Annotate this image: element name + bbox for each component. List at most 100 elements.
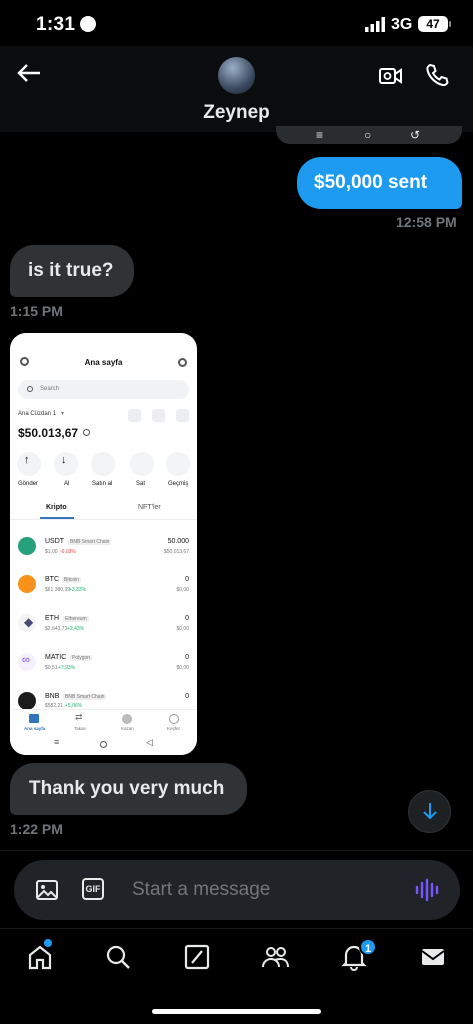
- bell-icon: [176, 409, 189, 422]
- eth-diamond-glyph: ◆: [24, 615, 34, 629]
- asset-chain: BNB Smart Chain: [68, 539, 112, 545]
- android-back-icon: ◁: [146, 737, 153, 747]
- received-timestamp: 1:22 PM: [10, 821, 63, 837]
- copy-icon: [128, 409, 141, 422]
- asset-amount: 0: [185, 654, 189, 661]
- signal-icon: [365, 17, 385, 32]
- sent-timestamp: 12:58 PM: [396, 214, 457, 230]
- send-arrow-glyph: ↑: [24, 454, 30, 466]
- discover-icon: [169, 714, 179, 724]
- video-call-icon[interactable]: [378, 64, 404, 93]
- asset-value: $0,00: [176, 626, 189, 632]
- prev-menu-icon: ≡: [316, 128, 324, 142]
- wallet-nav-discover: Keşfet: [167, 726, 180, 731]
- wallet-balance: $50.013,67: [18, 426, 79, 440]
- asset-value: $50.013,67: [163, 549, 189, 555]
- tab-nfts: NFT'ler: [138, 504, 161, 511]
- search-tab-icon[interactable]: [104, 943, 132, 976]
- prev-back-icon: ↺: [410, 128, 421, 142]
- sent-message[interactable]: $50,000 sent: [297, 157, 462, 209]
- wallet-name: Ana Cüzdan 1: [18, 411, 57, 417]
- wallet-search-placeholder: Search: [40, 386, 60, 392]
- sell-action-icon: [130, 452, 154, 476]
- link-icon: [178, 358, 187, 367]
- sent-message-text: $50,000 sent: [314, 172, 428, 193]
- asset-price: $2.643,73: [45, 626, 68, 632]
- wallet-title: Ana sayfa: [84, 358, 123, 367]
- received-message-text: Thank you very much: [29, 778, 225, 799]
- eye-icon: [83, 429, 90, 436]
- asset-row: BNB BNB Smart Chain $582,21 +5,06% 0: [10, 691, 197, 711]
- asset-amount: 0: [185, 693, 189, 700]
- action-label-sell: Sat: [136, 481, 146, 487]
- emoji-face-icon: [80, 16, 96, 32]
- contact-avatar[interactable]: [218, 57, 255, 94]
- received-timestamp: 1:15 PM: [10, 303, 63, 319]
- battery-level: 47: [426, 17, 440, 31]
- wallet-name-chevron-icon: ▼: [60, 411, 65, 417]
- asset-row: ∞ MATIC Polygon $0,51 +7,93% 0 $0,00: [10, 651, 197, 677]
- message-input[interactable]: Start a message: [132, 879, 270, 901]
- voice-waveform-icon[interactable]: [414, 877, 440, 908]
- asset-symbol: BNB: [45, 693, 60, 700]
- message-composer: GIF Start a message: [14, 860, 460, 920]
- bottom-tab-bar: 1: [0, 928, 473, 1024]
- wallet-nav-home: Ana sayfa: [24, 726, 46, 731]
- home-icon: [29, 714, 39, 723]
- grok-tab-icon[interactable]: [183, 943, 211, 976]
- tab-kripto: Kripto: [46, 504, 67, 511]
- messages-tab-icon[interactable]: [419, 943, 447, 976]
- asset-row: USDT BNB Smart Chain $1,00 -0,03% 50.000…: [10, 535, 197, 561]
- asset-chain: Polygon: [70, 655, 93, 661]
- asset-amount: 0: [185, 576, 189, 583]
- image-icon[interactable]: [35, 878, 59, 907]
- back-arrow-icon[interactable]: [14, 58, 44, 93]
- asset-symbol: BTC: [45, 576, 59, 583]
- asset-change: +7,93%: [58, 665, 76, 671]
- android-menu-icon: ≡: [54, 737, 60, 747]
- asset-chain: Ethereum: [63, 616, 89, 622]
- composer-divider: [0, 850, 473, 851]
- phone-call-icon[interactable]: [424, 62, 450, 93]
- wallet-search-bar: Search: [18, 380, 189, 399]
- buy-action-icon: [91, 452, 115, 476]
- wallet-nav-swap: Takas: [74, 726, 86, 731]
- gif-label: GIF: [85, 884, 101, 894]
- asset-price: $1,00: [45, 549, 58, 555]
- gif-button[interactable]: GIF: [82, 878, 104, 900]
- received-message-text: is it true?: [28, 260, 114, 281]
- battery-icon: 47: [418, 16, 448, 32]
- status-time: 1:31: [36, 14, 76, 35]
- received-image-wallet-screenshot[interactable]: Ana sayfa Search Ana Cüzdan 1 ▼ $50.013,…: [10, 333, 197, 755]
- asset-change: +2,43%: [67, 626, 85, 632]
- network-label: 3G: [391, 16, 413, 33]
- android-home-icon: [100, 741, 107, 748]
- action-label-receive: Al: [64, 481, 70, 487]
- communities-tab-icon[interactable]: [260, 943, 290, 976]
- receive-arrow-glyph: ↓: [61, 454, 67, 466]
- usdt-coin-icon: [18, 537, 36, 555]
- tab-divider: [10, 519, 197, 520]
- asset-row: ◆ ETH Ethereum $2.643,73 +2,43% 0 $0,00: [10, 612, 197, 638]
- received-message[interactable]: is it true?: [10, 245, 134, 297]
- scan-icon: [152, 409, 165, 422]
- previous-image-nav: ≡ ○ ↺: [276, 126, 462, 144]
- notifications-badge: 1: [359, 938, 377, 956]
- home-tab-icon[interactable]: [26, 943, 54, 976]
- history-action-icon: [166, 452, 190, 476]
- matic-glyph: ∞: [22, 654, 30, 666]
- action-label-send: Gönder: [18, 481, 39, 487]
- wallet-bottom-nav: ⇄ Ana sayfa Takas Kazan Keşfet: [10, 709, 197, 735]
- arrow-down-icon: [421, 801, 439, 826]
- asset-value: $0,00: [176, 587, 189, 593]
- contact-name[interactable]: Zeynep: [0, 102, 473, 124]
- action-label-history: Geçmiş: [168, 481, 189, 487]
- received-message[interactable]: Thank you very much: [10, 763, 247, 815]
- scroll-to-bottom-button[interactable]: [408, 790, 451, 833]
- asset-symbol: MATIC: [45, 654, 67, 661]
- prev-home-icon: ○: [364, 128, 372, 142]
- btc-coin-icon: [18, 575, 36, 593]
- asset-symbol: ETH: [45, 615, 59, 622]
- asset-change: -0,03%: [60, 549, 76, 555]
- asset-price: $0,51: [45, 665, 58, 671]
